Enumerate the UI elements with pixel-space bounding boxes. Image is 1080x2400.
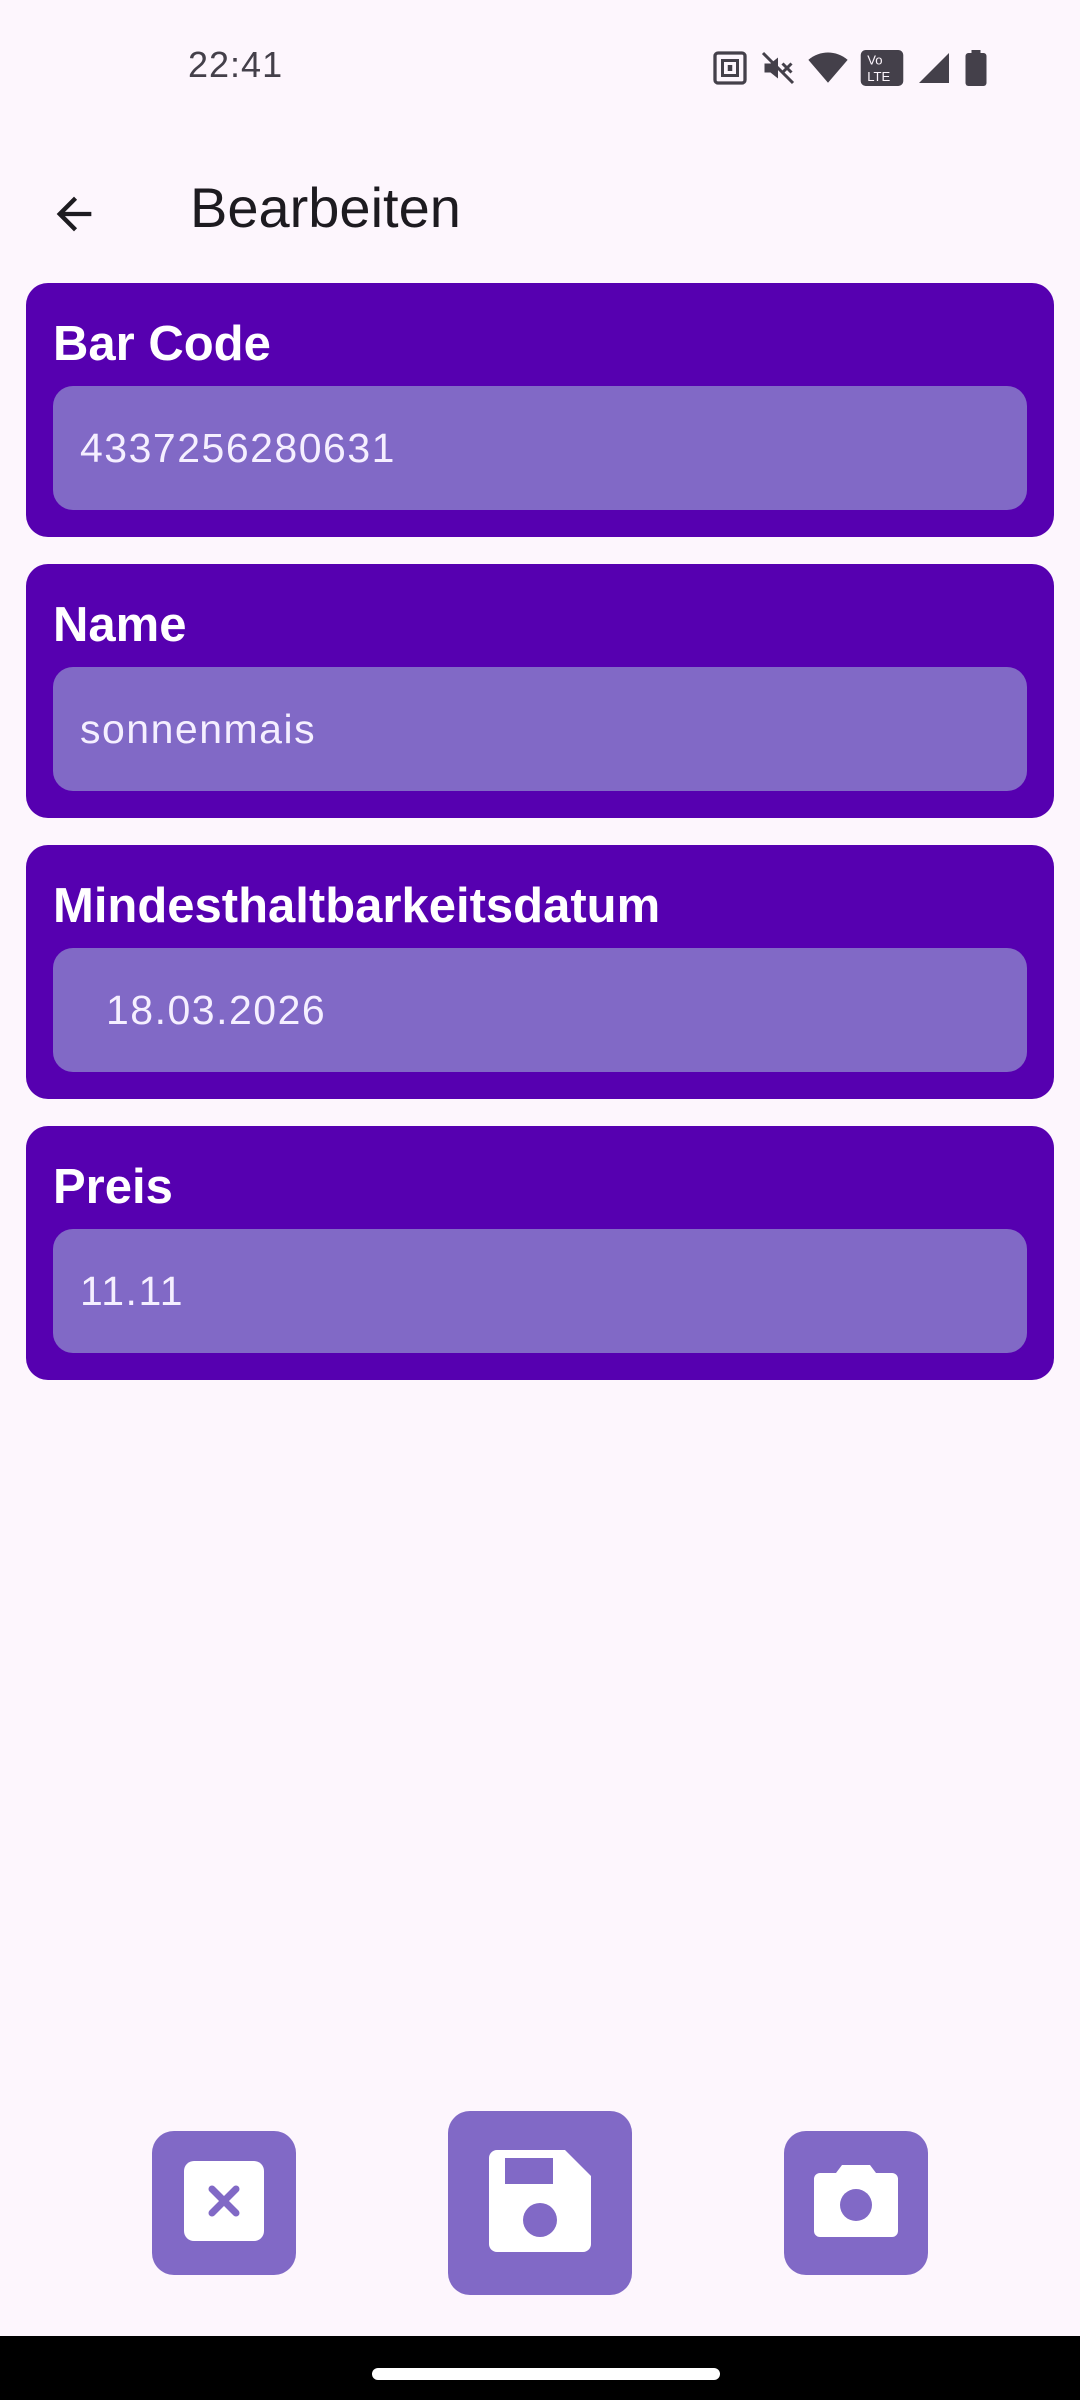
- barcode-label: Bar Code: [53, 317, 271, 371]
- app-bar: Bearbeiten: [0, 150, 1080, 268]
- svg-text:LTE: LTE: [867, 69, 890, 84]
- wifi-icon: [808, 50, 848, 86]
- arrow-back-icon: [48, 188, 100, 245]
- status-bar: 22:41 Vo LTE: [0, 0, 1080, 136]
- page-title: Bearbeiten: [190, 176, 461, 239]
- name-label: Name: [53, 598, 187, 652]
- price-label: Preis: [53, 1160, 173, 1214]
- price-card: Preis 11.11: [26, 1126, 1054, 1380]
- system-nav-bar: [0, 2336, 1080, 2400]
- close-box-icon: [184, 2160, 264, 2246]
- barcode-card: Bar Code 4337256280631: [26, 283, 1054, 537]
- barcode-field[interactable]: 4337256280631: [53, 386, 1027, 510]
- best-before-label: Mindesthaltbarkeitsdatum: [53, 879, 661, 933]
- battery-icon: [964, 50, 988, 86]
- mute-icon: [760, 50, 796, 86]
- price-field[interactable]: 11.11: [53, 1229, 1027, 1353]
- svg-text:Vo: Vo: [867, 53, 882, 68]
- price-value: 11.11: [80, 1267, 185, 1314]
- name-card: Name sonnenmais: [26, 564, 1054, 818]
- signal-icon: [916, 50, 952, 86]
- name-value: sonnenmais: [80, 705, 317, 752]
- status-icons: Vo LTE: [712, 48, 988, 88]
- name-field[interactable]: sonnenmais: [53, 667, 1027, 791]
- best-before-field[interactable]: 18.03.2026: [53, 948, 1027, 1072]
- save-button[interactable]: [448, 2111, 632, 2295]
- barcode-value: 4337256280631: [80, 424, 396, 471]
- home-gesture-handle[interactable]: [372, 2368, 720, 2380]
- nfc-icon: [712, 50, 748, 86]
- camera-button[interactable]: [784, 2131, 928, 2275]
- floppy-disk-icon: [481, 2142, 599, 2265]
- volte-icon: Vo LTE: [860, 50, 904, 86]
- cancel-button[interactable]: [152, 2131, 296, 2275]
- back-button[interactable]: [32, 174, 116, 258]
- best-before-card: Mindesthaltbarkeitsdatum 18.03.2026: [26, 845, 1054, 1099]
- best-before-value: 18.03.2026: [106, 986, 327, 1033]
- camera-icon: [808, 2161, 904, 2246]
- status-time: 22:41: [188, 44, 284, 85]
